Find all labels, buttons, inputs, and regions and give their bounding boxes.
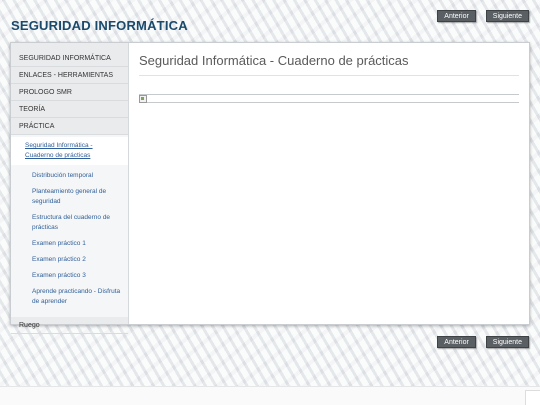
top-nav: Anterior Siguiente [437, 10, 529, 22]
footer [0, 386, 540, 405]
sidebar-item-prologo[interactable]: PROLOGO SMR [11, 84, 128, 101]
sidebar-subitem-aprende[interactable]: Aprende practicando - Disfruta de aprend… [11, 287, 128, 307]
embedded-document [139, 94, 519, 103]
sidebar-subitem-estructura[interactable]: Estructura del cuaderno de prácticas [11, 213, 128, 233]
content-area: Seguridad Informática - Cuaderno de prác… [129, 43, 529, 324]
sidebar-item-seguridad[interactable]: SEGURIDAD INFORMÁTICA [11, 50, 128, 67]
prev-button-bottom[interactable]: Anterior [437, 336, 476, 348]
next-button[interactable]: Siguiente [485, 10, 529, 22]
sidebar-subitem-examen-3[interactable]: Examen práctico 3 [11, 271, 128, 281]
sidebar-submenu: Seguridad Informática - Cuaderno de prác… [11, 135, 128, 317]
sidebar-subitem-examen-1[interactable]: Examen práctico 1 [11, 239, 128, 249]
broken-image-icon [139, 95, 147, 103]
sidebar-item-practica[interactable]: PRÁCTICA [11, 118, 128, 135]
sidebar-item-ruego[interactable]: Ruego [11, 317, 128, 334]
next-button-bottom[interactable]: Siguiente [485, 336, 529, 348]
sidebar-item-teoria[interactable]: TEORÍA [11, 101, 128, 118]
sidebar-subitem-cuaderno[interactable]: Seguridad Informática - Cuaderno de prác… [11, 137, 128, 165]
corner-widget [525, 390, 540, 405]
prev-button[interactable]: Anterior [437, 10, 476, 22]
page-title: Seguridad Informática - Cuaderno de prác… [139, 53, 519, 76]
sidebar-subitem-distribucion[interactable]: Distribución temporal [11, 171, 128, 181]
sidebar-subitem-examen-2[interactable]: Examen práctico 2 [11, 255, 128, 265]
main-frame: SEGURIDAD INFORMÁTICA ENLACES - HERRAMIE… [10, 42, 530, 334]
site-title[interactable]: SEGURIDAD INFORMÁTICA [11, 18, 188, 33]
sidebar-subitem-planteamiento[interactable]: Planteamiento general de seguridad [11, 187, 128, 207]
bottom-nav: Anterior Siguiente [437, 336, 529, 348]
sidebar: SEGURIDAD INFORMÁTICA ENLACES - HERRAMIE… [11, 43, 129, 334]
sidebar-item-enlaces[interactable]: ENLACES - HERRAMIENTAS [11, 67, 128, 84]
